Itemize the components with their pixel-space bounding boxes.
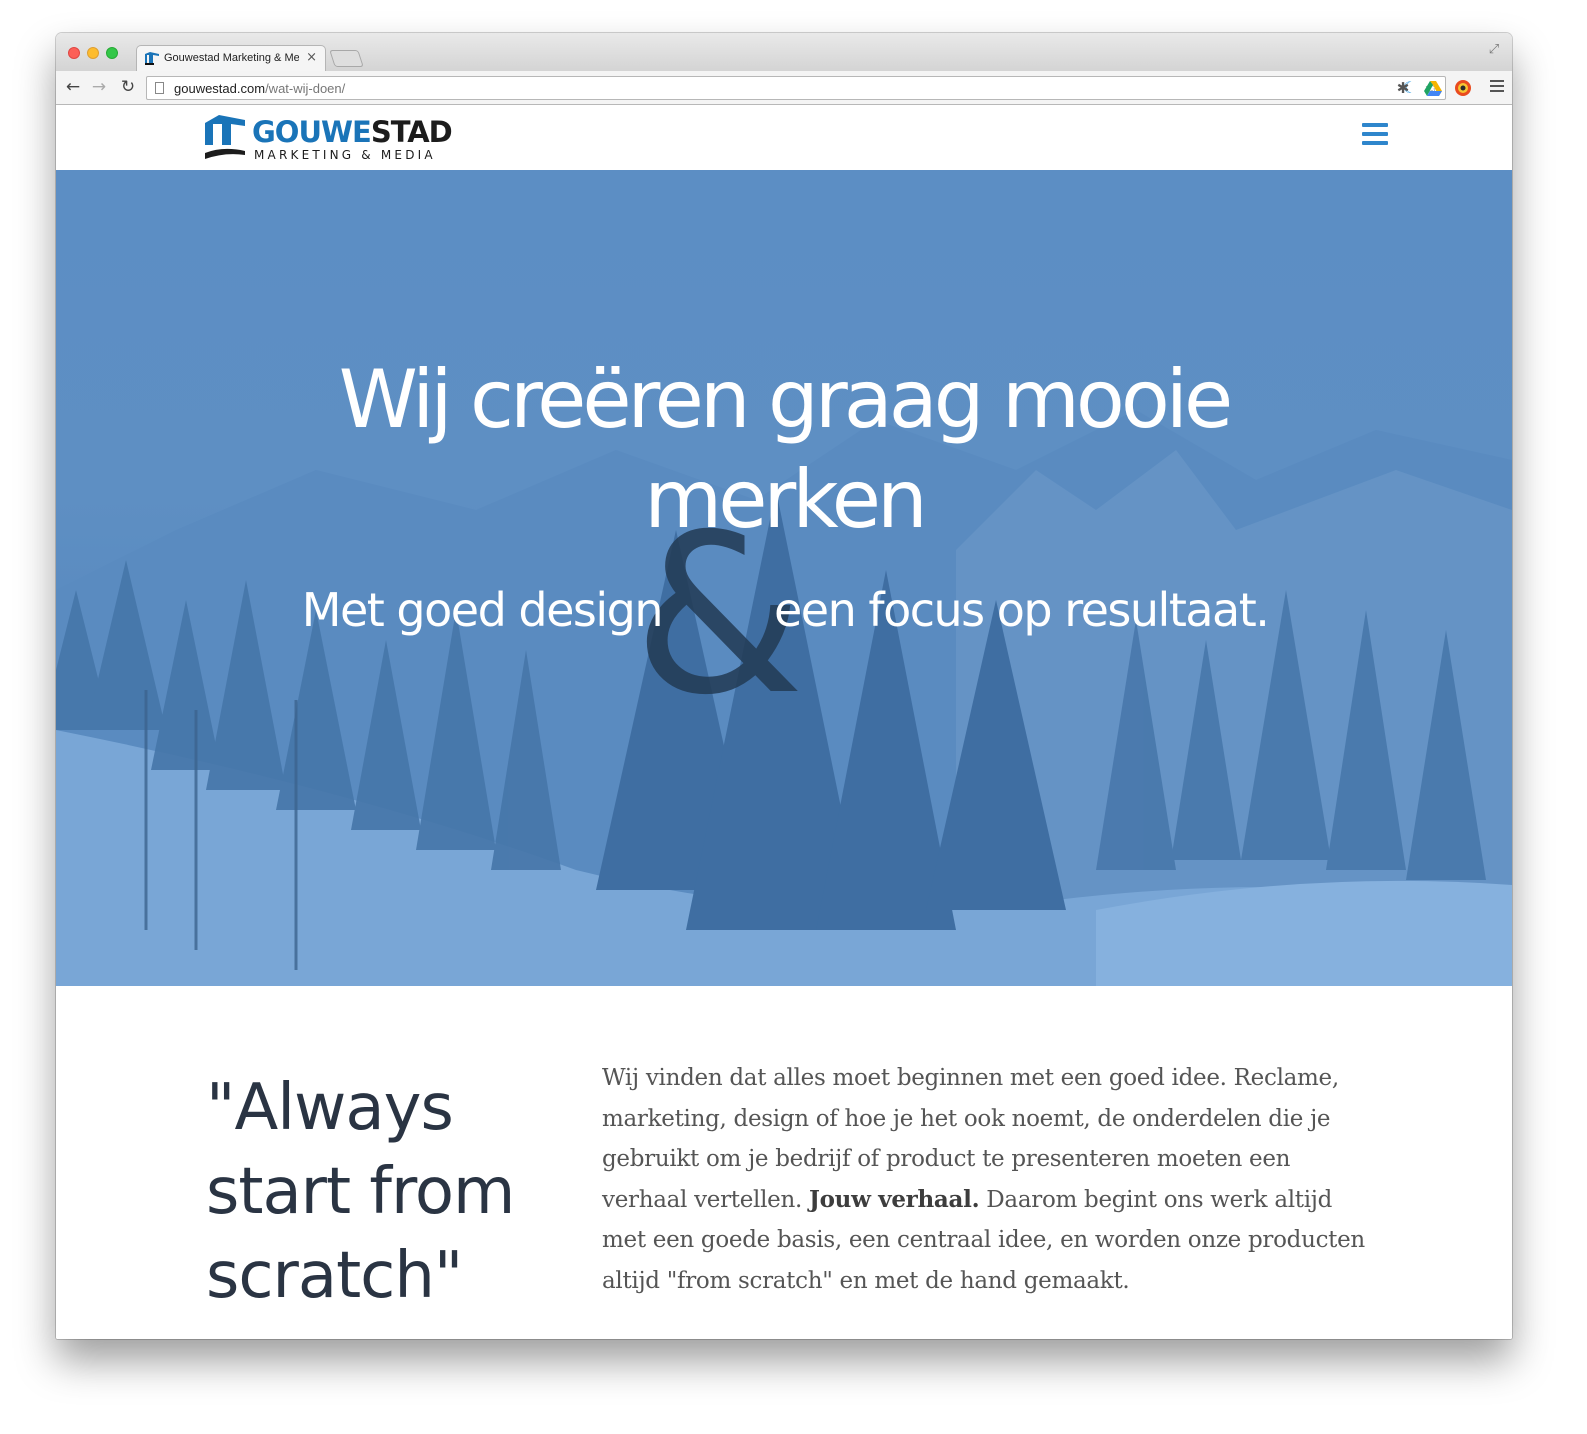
window-zoom-button[interactable]: [106, 47, 118, 59]
url-text[interactable]: gouwestad.com/wat-wij-doen/: [174, 81, 345, 96]
tab-close-icon[interactable]: ×: [306, 50, 317, 65]
eyedropper-extension-icon[interactable]: [1454, 79, 1472, 97]
drive-icon[interactable]: [1424, 79, 1442, 97]
site-header: GOUWESTAD MARKETING & MEDIA: [56, 105, 1512, 170]
favicon-icon: [145, 52, 159, 65]
chrome-menu-icon[interactable]: [1490, 80, 1504, 95]
reload-icon[interactable]: ↻: [118, 77, 138, 97]
hamburger-icon[interactable]: [1362, 123, 1388, 145]
new-tab-button[interactable]: [329, 50, 364, 67]
hero-subtitle-right: een focus op resultaat.: [774, 583, 1270, 637]
page-icon: [155, 82, 164, 94]
bug-extension-icon[interactable]: ✱: [1394, 79, 1412, 97]
window-close-button[interactable]: [68, 47, 80, 59]
site-logo[interactable]: GOUWESTAD MARKETING & MEDIA: [205, 115, 465, 163]
browser-tab[interactable]: Gouwestad Marketing & Media ×: [136, 45, 326, 71]
page-viewport: GOUWESTAD MARKETING & MEDIA Wij creëren …: [56, 105, 1512, 1339]
logo-name-blue: GOUWE: [252, 115, 372, 149]
hero-subtitle-left: Met goed design: [301, 583, 664, 637]
forward-arrow-icon[interactable]: →: [89, 77, 109, 97]
logo-tagline: MARKETING & MEDIA: [254, 148, 436, 162]
intro-section: "Always start from scratch" Wij vinden d…: [56, 986, 1512, 1339]
tab-title: Gouwestad Marketing & Media: [164, 52, 299, 64]
hero-banner: Wij creëren graag mooie merken & Met goe…: [56, 170, 1512, 986]
browser-toolbar: ← → ↻ gouwestad.com/wat-wij-doen/ ☾ ☆ ✱: [56, 71, 1512, 105]
logo-name-dark: STAD: [370, 115, 453, 149]
intro-quote: "Always start from scratch": [206, 1071, 515, 1313]
url-host: gouwestad.com: [174, 81, 266, 96]
back-arrow-icon[interactable]: ←: [63, 77, 83, 97]
intro-text-bold: Jouw verhaal.: [809, 1185, 980, 1213]
logo-wordmark: GOUWESTAD: [252, 115, 453, 149]
tab-strip: Gouwestad Marketing & Media × ⤢: [56, 33, 1512, 71]
fullscreen-icon[interactable]: ⤢: [1486, 42, 1502, 58]
address-bar[interactable]: gouwestad.com/wat-wij-doen/ ☾ ☆: [146, 76, 1446, 100]
browser-window: Gouwestad Marketing & Media × ⤢ ← → ↻ go…: [56, 33, 1512, 1339]
window-minimize-button[interactable]: [87, 47, 99, 59]
url-path: /wat-wij-doen/: [265, 81, 346, 96]
logo-mark-icon: [205, 115, 245, 159]
intro-paragraph: Wij vinden dat alles moet beginnen met e…: [602, 1058, 1372, 1301]
